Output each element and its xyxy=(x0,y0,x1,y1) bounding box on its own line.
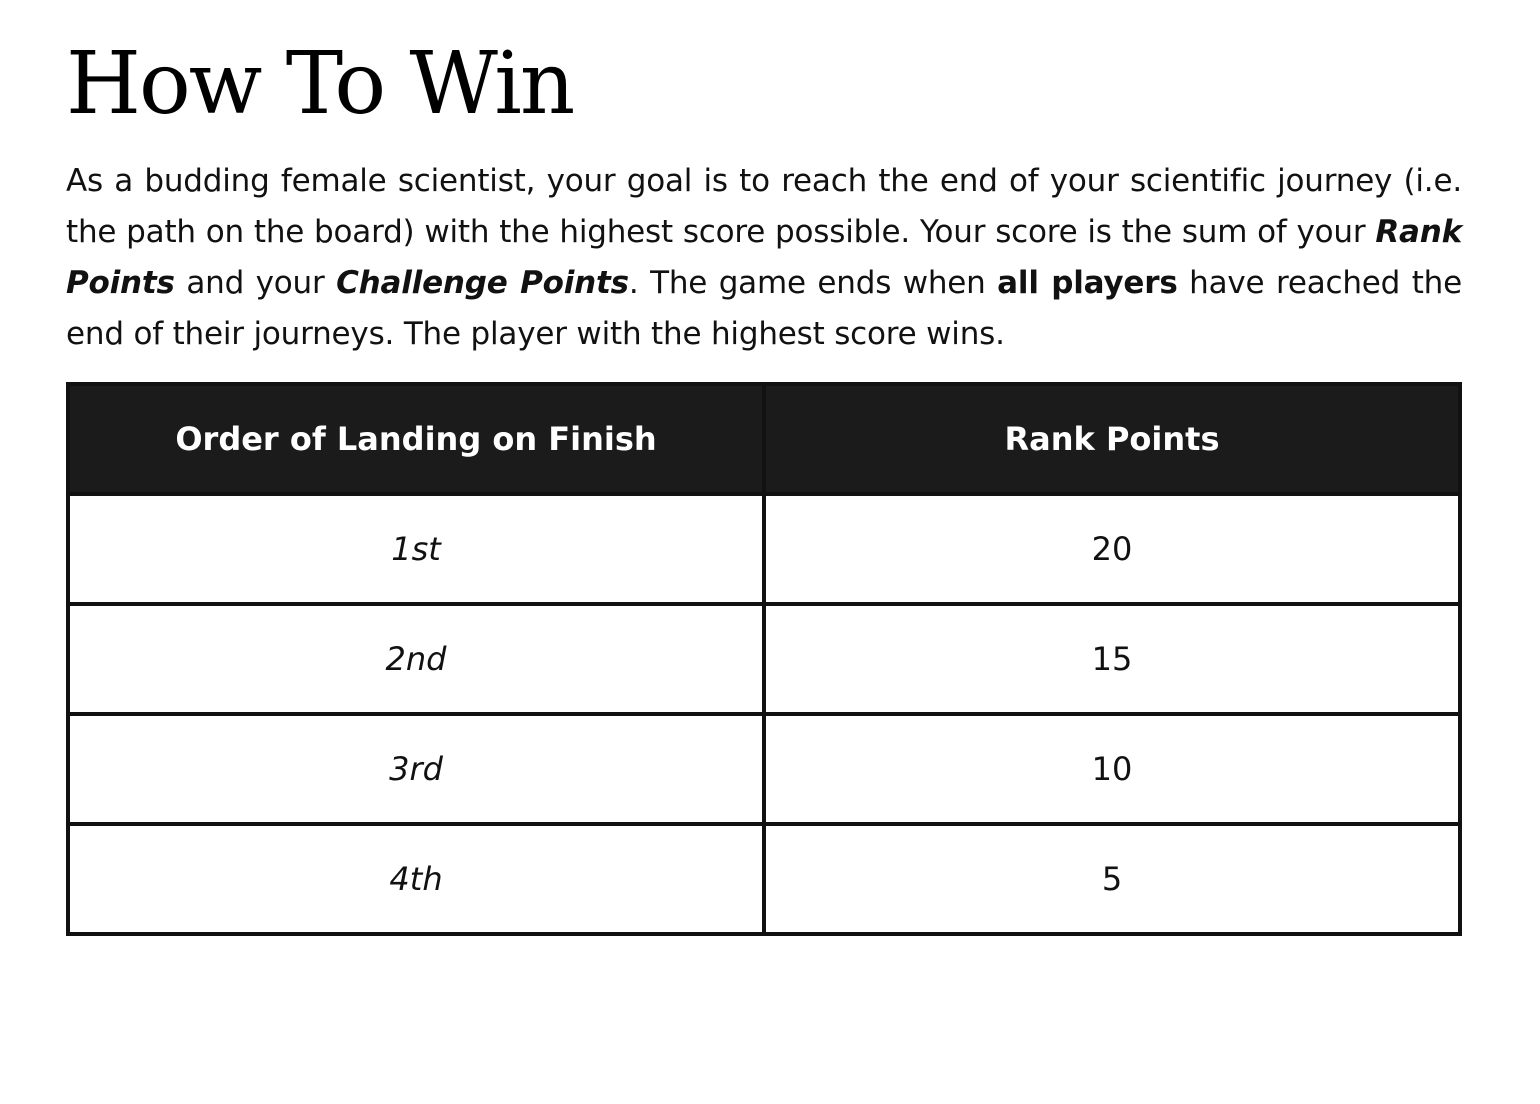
header-rank-points: Rank Points xyxy=(762,382,1462,496)
points-cell: 15 xyxy=(762,602,1462,716)
table-row: 3rd 10 xyxy=(66,712,1462,826)
points-cell: 10 xyxy=(762,712,1462,826)
all-players-term: all players xyxy=(997,265,1178,301)
intro-text-1: As a budding female scientist, your goal… xyxy=(66,163,1462,250)
page-title: How To Win xyxy=(66,34,575,134)
how-to-win-page: How To Win As a budding female scientist… xyxy=(66,0,1462,936)
challenge-points-term: Challenge Points xyxy=(336,265,629,301)
rank-points-table: Order of Landing on Finish Rank Points 1… xyxy=(66,382,1462,936)
table-row: 2nd 15 xyxy=(66,602,1462,716)
order-cell: 4th xyxy=(66,822,766,936)
intro-text-2: and your xyxy=(174,265,337,301)
order-cell: 3rd xyxy=(66,712,766,826)
order-cell: 2nd xyxy=(66,602,766,716)
table-row: 4th 5 xyxy=(66,822,1462,936)
table-row: 1st 20 xyxy=(66,492,1462,606)
intro-text-3: . The game ends when xyxy=(628,265,998,301)
order-cell: 1st xyxy=(66,492,766,606)
table-header-row: Order of Landing on Finish Rank Points xyxy=(66,382,1462,496)
points-cell: 20 xyxy=(762,492,1462,606)
intro-paragraph: As a budding female scientist, your goal… xyxy=(66,156,1462,360)
header-order-of-landing: Order of Landing on Finish xyxy=(66,382,766,496)
points-cell: 5 xyxy=(762,822,1462,936)
